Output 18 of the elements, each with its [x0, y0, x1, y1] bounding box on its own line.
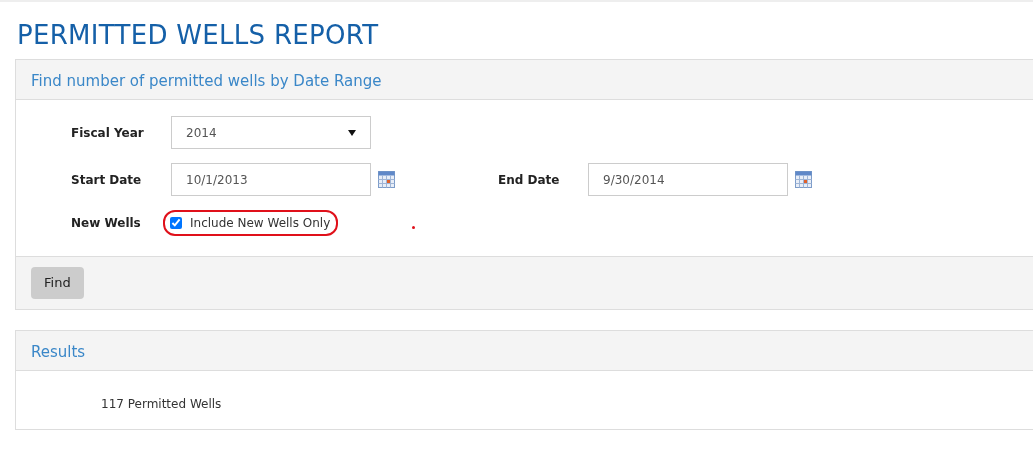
panel-heading: Find number of permitted wells by Date Range	[16, 60, 1033, 101]
field-label: Start Date	[71, 171, 143, 189]
calendar-icon[interactable]	[378, 171, 395, 189]
annotation-dot	[412, 225, 416, 229]
calendar-icon[interactable]	[795, 171, 812, 189]
result-count: 117 Permitted Wells	[101, 396, 222, 411]
field-label: New Wells	[71, 215, 142, 233]
field-label: Fiscal Year	[71, 124, 145, 142]
fiscal-year-dropdown[interactable]: 2014	[171, 116, 371, 150]
page-title: PERMITTED WELLS REPORT	[17, 20, 380, 52]
end-date-field[interactable]: 9/30/2014	[588, 163, 788, 197]
panel-heading: Results	[16, 330, 1033, 371]
checkbox-label[interactable]: Include New Wells Only	[190, 214, 331, 233]
checkbox[interactable]	[170, 217, 182, 230]
field-label: End Date	[498, 171, 561, 189]
find-button[interactable]: Find	[31, 267, 84, 299]
caret-icon	[348, 129, 356, 136]
start-date-field[interactable]: 10/1/2013	[171, 163, 371, 197]
